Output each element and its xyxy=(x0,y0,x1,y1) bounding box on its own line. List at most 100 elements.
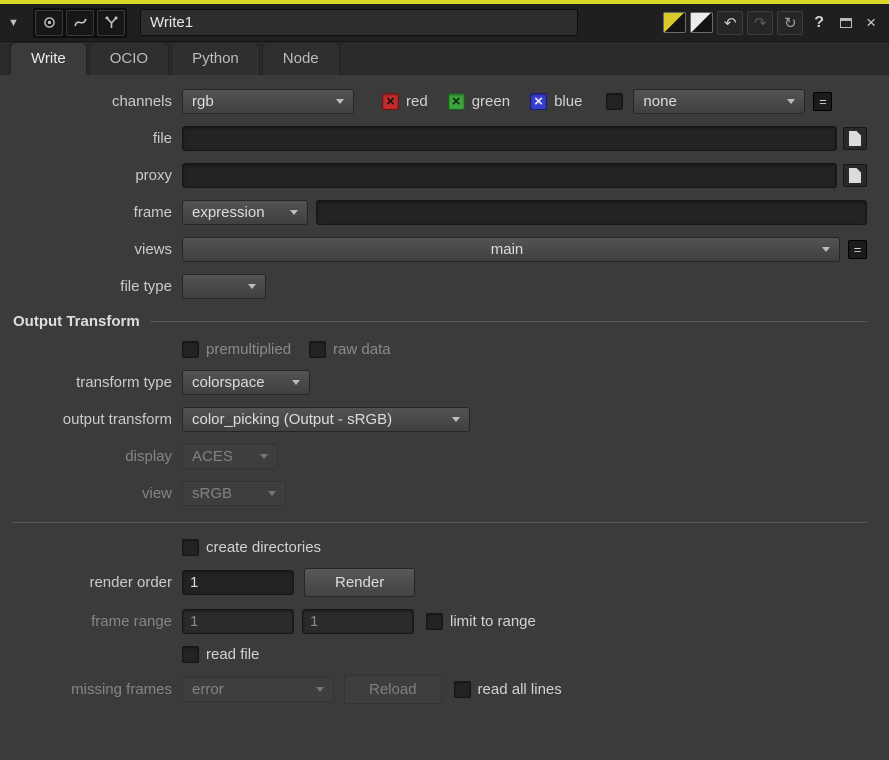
premultiplied-row: premultiplied raw data xyxy=(0,341,867,358)
revert-button[interactable]: ↻ xyxy=(777,10,804,35)
output-transform-dropdown[interactable]: color_picking (Output - sRGB) xyxy=(182,407,470,432)
views-dropdown[interactable]: main xyxy=(182,237,840,262)
frame-range-row: frame range limit to range xyxy=(0,609,867,634)
proxy-browser-button[interactable] xyxy=(843,164,867,187)
help-button[interactable]: ? xyxy=(807,14,831,32)
limit-to-range-label: limit to range xyxy=(450,613,536,630)
red-channel-checkbox[interactable]: × xyxy=(382,93,399,110)
premultiplied-checkbox[interactable] xyxy=(182,341,199,358)
tab-write[interactable]: Write xyxy=(10,42,87,75)
tab-bar: Write OCIO Python Node xyxy=(0,42,889,75)
titlebar-actions: ↶ ↷ ↻ ? × xyxy=(663,10,881,35)
transform-type-label: transform type xyxy=(76,374,172,391)
proxy-row: proxy xyxy=(0,163,867,188)
chevron-down-icon xyxy=(292,380,300,385)
display-label: display xyxy=(125,448,172,465)
read-all-lines-checkbox[interactable] xyxy=(453,681,471,698)
chevron-down-icon xyxy=(268,491,276,496)
file-browser-button[interactable] xyxy=(843,127,867,150)
tab-ocio[interactable]: OCIO xyxy=(88,42,170,75)
proxy-label: proxy xyxy=(135,167,172,184)
blue-channel-checkbox[interactable]: × xyxy=(530,93,548,110)
green-channel-checkbox[interactable]: × xyxy=(447,93,465,110)
frame-mode-dropdown[interactable]: expression xyxy=(182,200,308,225)
transform-type-row: transform type colorspace xyxy=(0,370,867,395)
view-value: sRGB xyxy=(192,485,233,502)
center-node-button[interactable] xyxy=(35,9,63,36)
render-order-label: render order xyxy=(89,574,172,591)
channels-expression-button[interactable]: = xyxy=(813,92,833,111)
file-type-label: file type xyxy=(120,278,172,295)
view-label: view xyxy=(141,485,172,502)
file-type-row: file type xyxy=(0,274,867,299)
file-path-input[interactable] xyxy=(182,126,837,151)
undo-button[interactable]: ↶ xyxy=(717,10,744,35)
raw-data-label: raw data xyxy=(333,341,391,358)
frame-range-label: frame range xyxy=(91,613,172,630)
read-file-checkbox[interactable] xyxy=(182,646,199,663)
node-tree-icon xyxy=(105,16,117,28)
titlebar: ▼ ↶ ↷ ↻ ? × xyxy=(0,4,889,42)
crosshair-icon xyxy=(43,17,55,28)
mask-channel-checkbox[interactable] xyxy=(606,93,624,110)
file-row: file xyxy=(0,126,867,151)
output-transform-section-header: Output Transform xyxy=(0,311,867,331)
file-page-icon xyxy=(849,131,861,146)
create-directories-checkbox[interactable] xyxy=(182,539,199,556)
tab-node[interactable]: Node xyxy=(261,42,340,75)
view-row: view sRGB xyxy=(0,481,867,506)
panel-color-swatch-button[interactable] xyxy=(690,12,714,33)
view-dropdown[interactable]: sRGB xyxy=(182,481,286,506)
panel-collapse-icon[interactable]: ▼ xyxy=(8,17,28,29)
frame-mode-value: expression xyxy=(192,204,265,221)
curve-link-button[interactable] xyxy=(66,9,94,36)
mask-dropdown-value: none xyxy=(643,93,677,110)
channels-label: channels xyxy=(111,93,172,110)
node-name-input[interactable] xyxy=(140,9,578,36)
reload-button[interactable]: Reload xyxy=(344,675,442,704)
red-channel-label: red xyxy=(406,93,428,110)
display-dropdown[interactable]: ACES xyxy=(182,444,278,469)
proxy-path-input[interactable] xyxy=(182,163,837,188)
mask-channel-dropdown[interactable]: none xyxy=(633,89,806,114)
transform-type-dropdown[interactable]: colorspace xyxy=(182,370,310,395)
transform-type-value: colorspace xyxy=(192,374,265,391)
float-panel-button[interactable] xyxy=(835,13,857,33)
close-panel-button[interactable]: × xyxy=(861,13,881,33)
render-order-input[interactable] xyxy=(182,570,294,595)
frame-label: frame xyxy=(133,204,172,221)
frame-range-last-input[interactable] xyxy=(302,609,414,634)
create-directories-row: create directories xyxy=(0,539,867,556)
chevron-down-icon xyxy=(316,687,324,692)
output-transform-value: color_picking (Output - sRGB) xyxy=(192,411,393,428)
channels-dropdown[interactable]: rgb xyxy=(182,89,354,114)
node-icon-group xyxy=(33,7,127,38)
missing-frames-row: missing frames error Reload read all lin… xyxy=(0,675,867,704)
views-label: views xyxy=(134,241,172,258)
write-node-properties-panel: ▼ ↶ ↷ ↻ ? × Write OCIO Python xyxy=(0,0,889,760)
chevron-down-icon xyxy=(336,99,344,104)
raw-data-checkbox[interactable] xyxy=(309,341,327,358)
window-icon xyxy=(840,17,853,28)
create-directories-label: create directories xyxy=(206,539,322,556)
redo-button[interactable]: ↷ xyxy=(747,10,774,35)
missing-frames-value: error xyxy=(192,681,224,698)
views-expression-button[interactable]: = xyxy=(848,240,867,259)
horizontal-divider xyxy=(12,522,867,523)
output-transform-label: output transform xyxy=(62,411,172,428)
output-transform-row: output transform color_picking (Output -… xyxy=(0,407,867,432)
frame-expression-input[interactable] xyxy=(316,200,867,225)
frame-range-first-input[interactable] xyxy=(182,609,294,634)
chevron-down-icon xyxy=(260,454,268,459)
limit-to-range-checkbox[interactable] xyxy=(426,613,443,630)
missing-frames-dropdown[interactable]: error xyxy=(182,677,334,702)
tab-python[interactable]: Python xyxy=(171,42,260,75)
views-row: views main = xyxy=(0,237,867,262)
file-type-dropdown[interactable] xyxy=(182,274,266,299)
render-button[interactable]: Render xyxy=(304,568,416,597)
file-page-icon xyxy=(849,168,861,183)
section-title: Output Transform xyxy=(13,312,140,330)
keyframe-color-swatch-button[interactable] xyxy=(663,12,687,33)
node-tree-button[interactable] xyxy=(97,9,125,36)
display-value: ACES xyxy=(192,448,233,465)
